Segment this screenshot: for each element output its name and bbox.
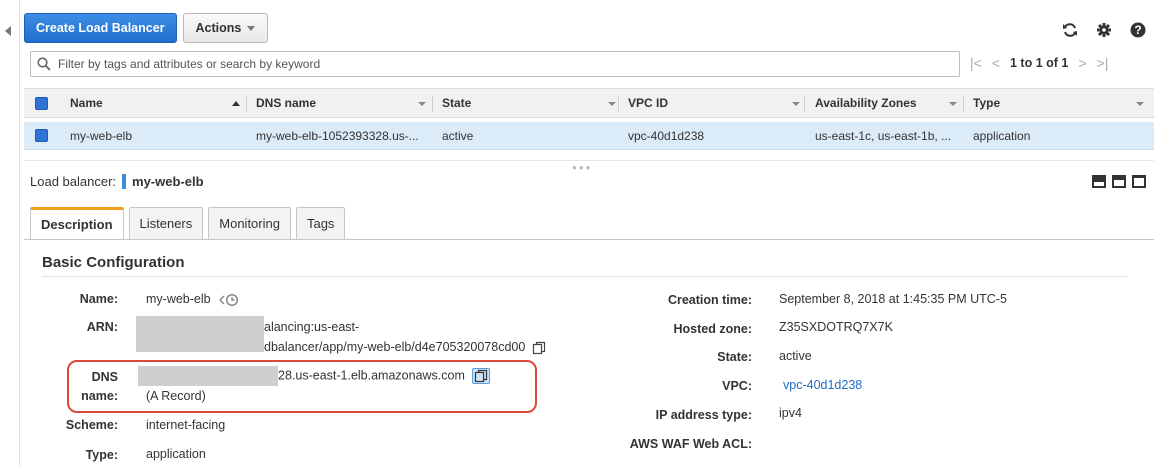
pager-range: 1 to 1 of 1 — [1010, 56, 1069, 70]
creation-time-label: Creation time: — [667, 293, 752, 307]
sort-caret-icon[interactable] — [418, 102, 426, 106]
section-divider — [42, 276, 1127, 277]
detail-lb-name: my-web-elb — [132, 174, 204, 189]
sort-caret-icon[interactable] — [949, 102, 957, 106]
row-dns-name: my-web-elb-1052393328.us-... — [256, 128, 419, 143]
tab-monitoring[interactable]: Monitoring — [208, 207, 291, 239]
layout-full-icon[interactable] — [1132, 175, 1146, 188]
section-title: Basic Configuration — [42, 254, 185, 271]
search-icon — [37, 57, 51, 71]
tab-description[interactable]: Description — [30, 207, 124, 239]
table-row[interactable]: my-web-elb my-web-elb-1052393328.us-... … — [24, 122, 1154, 150]
type-value: application — [146, 447, 206, 461]
creation-time-value: September 8, 2018 at 1:45:35 PM UTC-5 — [779, 292, 1007, 306]
row-vpc-id: vpc-40d1d238 — [628, 128, 705, 143]
row-checkbox[interactable] — [35, 129, 48, 142]
pager: |< < 1 to 1 of 1 > >| — [970, 55, 1108, 71]
svg-text:?: ? — [1134, 23, 1141, 37]
state-label: State: — [717, 350, 752, 364]
vpc-label: VPC: — [722, 379, 752, 393]
name-text: my-web-elb — [146, 292, 211, 306]
row-state: active — [442, 128, 474, 143]
arn-label: ARN: — [86, 320, 118, 334]
sort-caret-icon[interactable] — [608, 102, 616, 106]
help-icon[interactable]: ? — [1130, 22, 1146, 38]
column-state[interactable]: State — [442, 89, 471, 117]
sort-asc-icon[interactable] — [232, 101, 240, 106]
column-dns-name[interactable]: DNS name — [256, 89, 316, 117]
selection-bar — [122, 174, 127, 189]
collapse-arrow-icon[interactable] — [5, 26, 11, 36]
filter-bar[interactable] — [30, 51, 960, 77]
resize-handle-icon[interactable]: ●●● — [572, 163, 593, 172]
arn-value-line1: alancing:us-east- — [264, 320, 360, 334]
toolbar: Create Load Balancer Actions — [24, 13, 269, 43]
column-type[interactable]: Type — [973, 89, 1000, 117]
chevron-down-icon — [247, 25, 256, 31]
sort-caret-icon[interactable] — [1136, 102, 1144, 106]
arn-text: dbalancer/app/my-web-elb/d4e705320078cd0… — [264, 340, 526, 354]
tab-listeners[interactable]: Listeners — [128, 207, 204, 239]
name-value: my-web-elb — [146, 292, 241, 307]
scheme-value: internet-facing — [146, 418, 226, 432]
row-availability-zones: us-east-1c, us-east-1b, ... — [815, 128, 952, 143]
panel-divider — [24, 160, 1154, 161]
state-value: active — [779, 349, 812, 363]
tab-bar: Description Listeners Monitoring Tags — [30, 207, 346, 239]
scheme-label: Scheme: — [65, 418, 118, 432]
ip-address-type-label: IP address type: — [655, 408, 752, 422]
search-input[interactable] — [56, 56, 936, 72]
tab-underline — [24, 239, 1154, 240]
type-label: Type: — [85, 448, 118, 462]
table-header: Name DNS name State VPC ID Availability … — [24, 88, 1154, 118]
last-page-icon[interactable]: >| — [1097, 55, 1109, 71]
highlight-callout — [67, 360, 537, 413]
hosted-zone-label: Hosted zone: — [673, 322, 752, 336]
ip-address-type-value: ipv4 — [779, 406, 802, 420]
select-all-checkbox[interactable] — [35, 97, 48, 110]
left-panel-toggle[interactable] — [0, 0, 20, 466]
next-page-icon[interactable]: > — [1078, 55, 1086, 71]
layout-bottom-icon[interactable] — [1092, 175, 1106, 188]
prev-page-icon[interactable]: < — [992, 55, 1000, 71]
copy-icon[interactable] — [532, 341, 546, 355]
column-name[interactable]: Name — [70, 89, 103, 117]
arn-value-line2: dbalancer/app/my-web-elb/d4e705320078cd0… — [264, 340, 546, 355]
gear-icon[interactable] — [1096, 22, 1112, 38]
layout-icons — [1092, 175, 1146, 188]
hosted-zone-value: Z35SXDOTRQ7X7K — [779, 320, 893, 334]
sort-caret-icon[interactable] — [792, 102, 800, 106]
column-availability-zones[interactable]: Availability Zones — [815, 89, 917, 117]
vpc-link[interactable]: vpc-40d1d238 — [783, 378, 862, 392]
create-load-balancer-button[interactable]: Create Load Balancer — [24, 13, 177, 43]
refresh-icon[interactable] — [1062, 22, 1078, 38]
column-vpc-id[interactable]: VPC ID — [628, 89, 668, 117]
row-name: my-web-elb — [70, 128, 133, 143]
row-type: application — [973, 128, 1031, 143]
history-icon[interactable] — [219, 293, 241, 307]
actions-label: Actions — [195, 21, 242, 35]
tab-tags[interactable]: Tags — [295, 207, 346, 239]
first-page-icon[interactable]: |< — [970, 55, 982, 71]
redacted-block — [136, 316, 264, 352]
top-icons: ? — [1062, 22, 1146, 38]
layout-split-icon[interactable] — [1112, 175, 1126, 188]
name-label: Name: — [79, 292, 118, 306]
detail-title: Load balancer: my-web-elb — [30, 174, 204, 189]
detail-label: Load balancer: — [30, 174, 117, 189]
actions-dropdown[interactable]: Actions — [182, 13, 269, 43]
waf-label: AWS WAF Web ACL: — [629, 437, 752, 451]
